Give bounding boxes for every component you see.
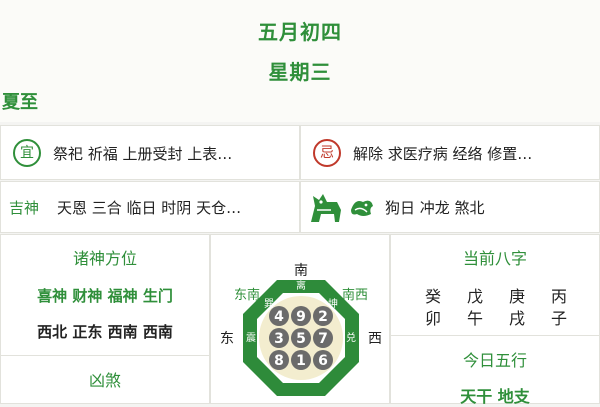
- bazi-panel[interactable]: 当前八字 癸 戊 庚 丙 卯 午 戌 子 今日五行 天干 地支: [390, 234, 600, 406]
- chong-cell[interactable]: 狗日 冲龙 煞北: [300, 181, 600, 233]
- lo-shu-number: 2: [318, 309, 328, 325]
- bazi-branch-3: 戌: [508, 309, 525, 328]
- bazi-stem-2: 戊: [466, 287, 483, 306]
- chong-text: 狗日 冲龙 煞北: [385, 199, 485, 217]
- jishen-label: 吉神: [9, 199, 40, 217]
- yi-text: 祭祀 祈福 上册受封 上表…: [53, 145, 233, 163]
- bazi-stem-4: 丙: [550, 287, 567, 306]
- lo-shu-number: 4: [274, 309, 284, 325]
- bazi-branch-2: 午: [466, 309, 483, 328]
- date-header: 五月初四 星期三 夏至: [0, 0, 600, 122]
- jishen-cell[interactable]: 吉神 天恩 三合 临日 时阴 天仓…: [0, 181, 300, 233]
- trigram-top: 离: [296, 279, 306, 292]
- lo-shu-number: 9: [296, 309, 306, 325]
- trigram-west: 兑: [346, 331, 356, 344]
- dog-icon: [311, 194, 341, 222]
- compass-east: 东: [220, 331, 234, 347]
- yi-cell[interactable]: 宜 祭祀 祈福 上册受封 上表…: [0, 125, 300, 180]
- panel-divider: [391, 335, 599, 336]
- trigram-left: 巽: [264, 298, 274, 310]
- ji-cell[interactable]: 忌 解除 求医疗病 经络 修置…: [300, 125, 600, 180]
- lo-shu-number: 5: [296, 331, 306, 347]
- gods-names: 喜神 财神 福神 生门: [37, 287, 173, 305]
- compass-southeast: 东南: [234, 287, 260, 303]
- xiongsha-title: 凶煞: [88, 371, 121, 390]
- compass-west: 西: [368, 331, 382, 347]
- ji-text: 解除 求医疗病 经络 修置…: [353, 145, 533, 163]
- lo-shu-grid: 4 9 2 3 5 7 8 1 6: [269, 306, 333, 370]
- bazi-title: 当前八字: [462, 249, 527, 268]
- lo-shu-number: 7: [318, 331, 328, 347]
- trigram-right: 坤: [328, 297, 338, 310]
- compass-southwest: 南西: [342, 287, 368, 303]
- wuxing-sub: 天干 地支: [460, 387, 530, 406]
- bazi-branch-4: 子: [550, 309, 567, 328]
- compass-panel[interactable]: 492 357 816 南 东南 南西 东 西 离 巽 坤 震 兑: [210, 234, 390, 404]
- bazi-stem-1: 癸: [424, 287, 441, 306]
- panel-divider: [1, 355, 209, 356]
- solar-term: 夏至: [2, 92, 38, 113]
- gods-directions: 西北 正东 西南 西南: [37, 323, 173, 341]
- lo-shu-number: 1: [296, 353, 306, 369]
- jishen-text: 天恩 三合 临日 时阴 天仓…: [57, 199, 242, 217]
- dragon-icon: [351, 200, 373, 216]
- yi-badge-icon: 宜: [13, 139, 41, 167]
- lo-shu-number: 3: [274, 331, 284, 347]
- lunar-date: 五月初四: [258, 20, 342, 44]
- weekday: 星期三: [268, 60, 332, 84]
- trigram-east: 震: [246, 332, 256, 344]
- compass-south: 南: [294, 263, 308, 279]
- bazi-branch-1: 卯: [424, 309, 441, 328]
- bazi-stem-3: 庚: [508, 287, 525, 306]
- ji-badge-icon: 忌: [313, 139, 341, 167]
- lo-shu-number: 8: [274, 353, 284, 369]
- gods-direction-panel[interactable]: 诸神方位 喜神 财神 福神 生门 西北 正东 西南 西南 凶煞: [0, 234, 210, 404]
- gods-direction-title: 诸神方位: [72, 249, 137, 268]
- bagua-compass: 4 9 2 3 5 7 8 1 6 南 东南 南西 东 西 离 巽 坤 震 兑: [220, 263, 382, 396]
- wuxing-title: 今日五行: [462, 351, 527, 370]
- lo-shu-number: 6: [318, 353, 328, 369]
